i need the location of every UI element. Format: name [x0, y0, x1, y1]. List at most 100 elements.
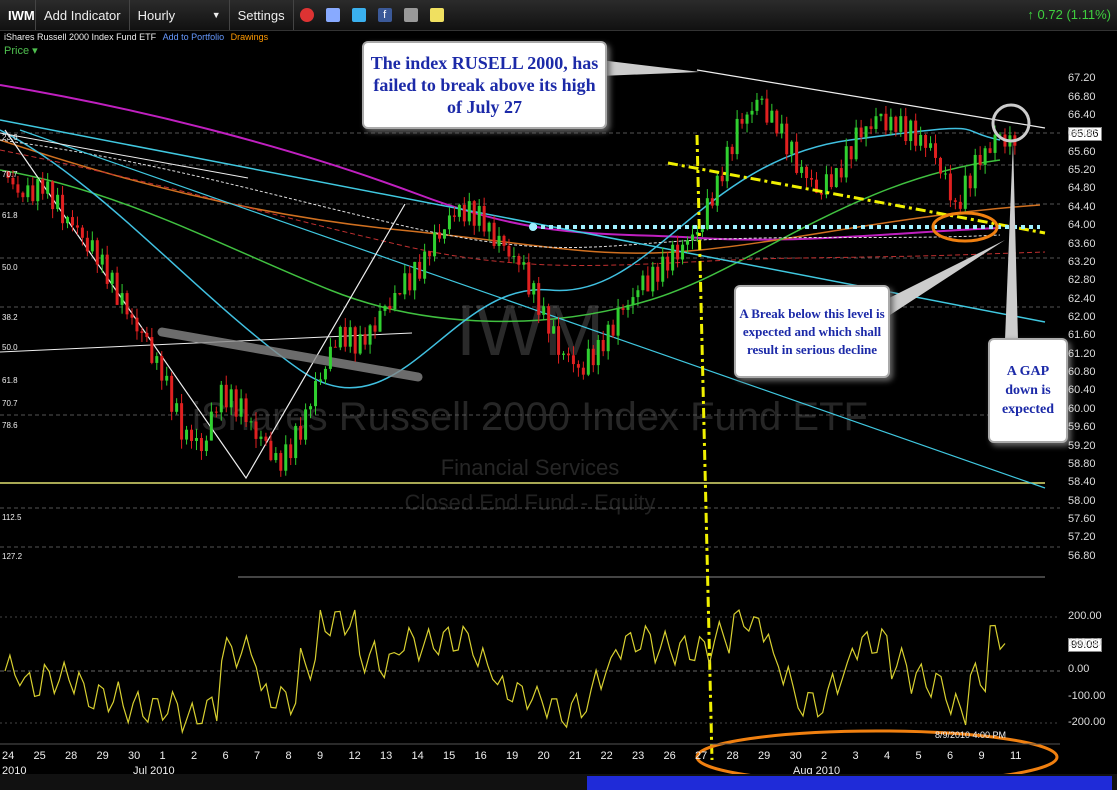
candle-body [219, 384, 223, 413]
fib-level-label: 61.8 [2, 376, 18, 385]
candle-body [457, 204, 461, 217]
fib-level-label: 61.8 [2, 211, 18, 220]
candle-body [318, 379, 322, 381]
candle-body [988, 148, 992, 153]
oscillator-tick-label: 200.00 [1068, 610, 1102, 622]
candle-body [805, 166, 809, 179]
candle-body [239, 398, 243, 417]
time-tick-label: 19 [506, 750, 519, 762]
candle-body [70, 217, 74, 226]
price-tick-label: 62.80 [1068, 274, 1096, 287]
candle-body [120, 293, 124, 305]
candle-body [552, 326, 556, 334]
candle-body [209, 411, 213, 441]
candle-body [700, 229, 704, 233]
candle-body [671, 244, 675, 271]
candle-body [378, 310, 382, 332]
price-tick-label: 63.20 [1068, 255, 1096, 268]
candle-body [800, 166, 804, 173]
candle-body [363, 334, 367, 345]
candle-body [323, 368, 327, 380]
scrollbar-thumb[interactable] [587, 776, 1112, 790]
candle-body [442, 229, 446, 239]
fib-level-label: 127.2 [2, 552, 23, 561]
candle-body [125, 293, 129, 315]
price-tick-label: 66.40 [1068, 108, 1096, 121]
candle-body [596, 339, 600, 366]
oscillator-tick-label: 100.00 [1068, 636, 1102, 649]
candle-body [874, 116, 878, 129]
candle-body [938, 157, 942, 174]
candle-body [110, 272, 114, 284]
candle-body [690, 234, 694, 241]
price-tick-label: 60.40 [1068, 384, 1096, 397]
candle-body [512, 255, 516, 257]
candle-body [849, 146, 853, 160]
candle-body [899, 116, 903, 132]
fib-level-label: 50.0 [2, 343, 18, 352]
candle-body [328, 346, 332, 369]
candle-body [199, 437, 203, 452]
candle-body [864, 126, 868, 138]
candle-body [532, 283, 536, 295]
candle-body [477, 205, 481, 226]
watermark-name: iShares Russell 2000 Index Fund ETF [192, 395, 868, 439]
candle-body [522, 262, 526, 265]
price-tick-label: 60.00 [1068, 402, 1096, 415]
candle-body [854, 127, 858, 160]
fib-level-label: 23.6 [2, 133, 18, 142]
candle-body [358, 334, 362, 354]
fib-level-label: 112.5 [2, 513, 22, 522]
candle-body [983, 148, 987, 165]
candle-body [909, 120, 913, 142]
time-tick-label: 21 [569, 750, 582, 762]
candle-body [418, 261, 422, 279]
candle-body [557, 326, 561, 355]
candle-body [636, 290, 640, 298]
candle-body [676, 244, 680, 260]
time-tick-label: 27 [695, 750, 708, 762]
candle-body [606, 324, 610, 352]
candle-body [527, 262, 531, 295]
candle-body [185, 429, 189, 440]
trendline-white-left [0, 132, 249, 179]
callout-right-pointer [1005, 140, 1018, 340]
price-tick-label: 66.80 [1068, 90, 1096, 103]
candle-body [973, 154, 977, 189]
candle-body [547, 306, 551, 334]
ma-orange-line [0, 139, 1041, 254]
candle-body [934, 143, 938, 158]
time-tick-label: 2 [821, 750, 828, 762]
candle-body [304, 409, 308, 440]
time-tick-label: 28 [65, 750, 78, 762]
oscillator-tick-label: 0.00 [1068, 663, 1090, 675]
candle-body [150, 337, 154, 363]
fib-level-label: 50.0 [2, 263, 18, 272]
price-tick-label: 66.00 [1068, 127, 1096, 140]
candle-body [884, 113, 888, 131]
candle-body [542, 306, 546, 315]
candle-body [348, 327, 352, 347]
time-tick-label: 9 [978, 750, 985, 762]
timestamp-label: 8/9/2010 4:00 PM [935, 730, 1007, 740]
candle-body [656, 266, 660, 282]
time-tick-label: 4 [884, 750, 891, 762]
candle-body [165, 375, 169, 381]
candle-body [130, 314, 134, 318]
candle-body [775, 110, 779, 134]
time-tick-label: 6 [222, 750, 229, 762]
price-tick-label: 59.20 [1068, 439, 1096, 452]
candle-body [735, 118, 739, 155]
candle-body [388, 305, 392, 309]
candle-body [90, 240, 94, 252]
price-tick-label: 64.80 [1068, 182, 1096, 195]
candle-body [224, 384, 228, 408]
time-tick-label: 12 [348, 750, 361, 762]
candle-body [666, 256, 670, 271]
candle-body [517, 255, 521, 265]
candle-body [115, 272, 119, 305]
watermark-symbol: IWM [456, 291, 604, 371]
time-tick-label: 3 [852, 750, 859, 762]
candle-body [433, 232, 437, 257]
candle-body [730, 146, 734, 155]
